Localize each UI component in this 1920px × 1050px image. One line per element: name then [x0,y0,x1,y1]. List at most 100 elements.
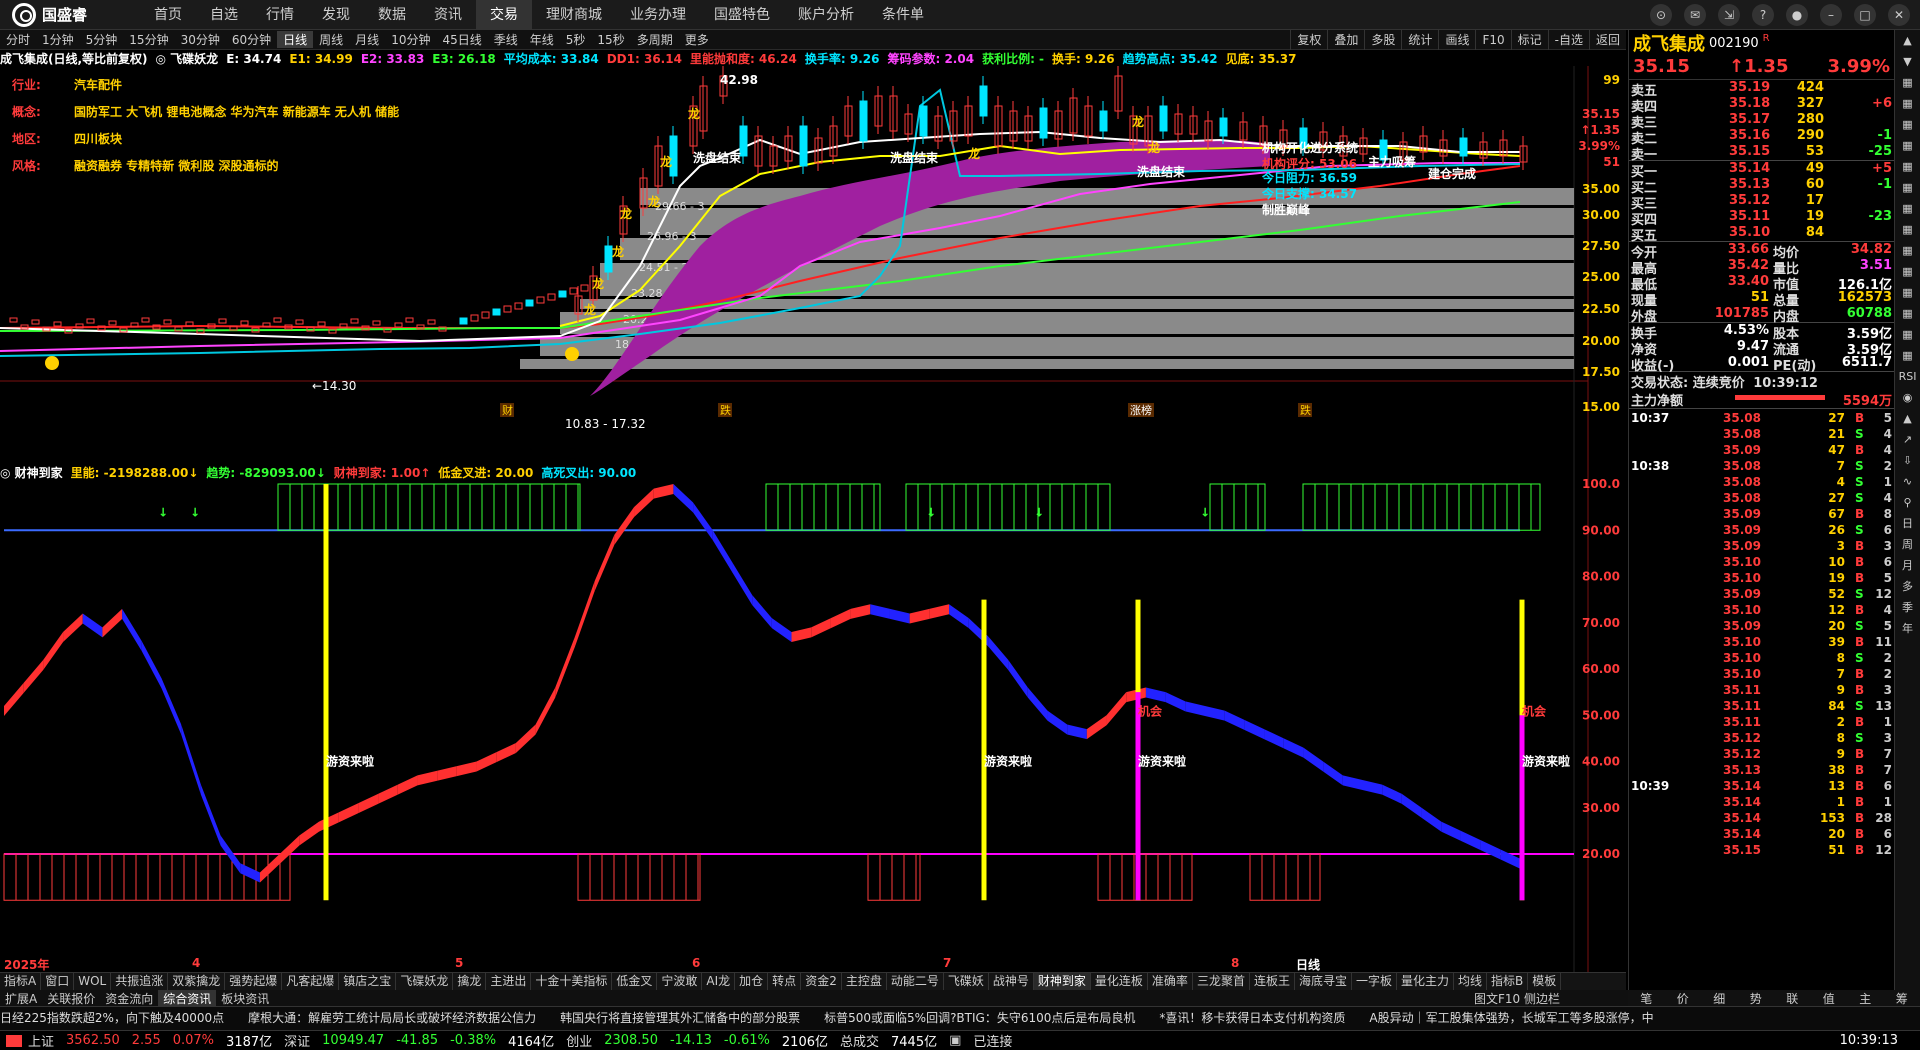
period-tab[interactable]: 月线 [349,31,385,48]
period-tab[interactable]: 15分钟 [123,31,174,48]
period-tab[interactable]: 30分钟 [175,31,226,48]
bottom-right-links[interactable]: 图文F10 侧边栏 [1474,990,1560,1007]
nav-item[interactable]: 行情 [252,0,308,30]
sidebar-tool-icon[interactable]: ▦ [1895,261,1920,282]
sidebar-tool-icon[interactable]: ▦ [1895,156,1920,177]
period-tab[interactable]: 日线 [277,31,314,48]
nav-item[interactable]: 自选 [196,0,252,30]
order-row[interactable]: 买五 35.10 84 [1629,225,1894,244]
indicator-tab[interactable]: 强势起爆 [225,973,283,990]
news-ticker[interactable]: 日经225指数跌超2%，向下触及40000点 摩根大通：解雇劳工统计局局长或破坏… [0,1006,1920,1030]
nav-item[interactable]: 理财商城 [532,0,616,30]
sidebar-tool-icon[interactable]: ▦ [1895,72,1920,93]
order-row[interactable]: 买一 35.14 49 +5 [1629,161,1894,180]
window-control-icon[interactable]: ? [1752,4,1774,26]
period-tab[interactable]: 1分钟 [36,31,80,48]
indicator-tab[interactable]: 动能二号 [887,973,944,990]
chart-tool-button[interactable]: F10 [1475,30,1510,50]
sidebar-tool-icon[interactable]: ⚲ [1895,492,1920,513]
sidebar-tool-icon[interactable]: ▦ [1895,303,1920,324]
indicator-tab[interactable]: 双紫擒龙 [168,973,226,990]
period-tab[interactable]: 60分钟 [226,31,277,48]
indicator-tab[interactable]: 一字板 [1352,973,1397,990]
indicator-tab[interactable]: 资金2 [801,973,842,990]
indicator-tab[interactable]: 量化连板 [1091,973,1148,990]
nav-item[interactable]: 国盛特色 [700,0,784,30]
sidebar-tool-icon[interactable]: 年 [1895,618,1920,639]
bottom-tab[interactable]: 综合资讯 [158,990,217,1006]
sidebar-tool-icon[interactable]: 月 [1895,555,1920,576]
window-control-icon[interactable]: ✉ [1684,4,1706,26]
sidebar-tool-icon[interactable]: ∿ [1895,471,1920,492]
order-row[interactable]: 卖一 35.15 53 -25 [1629,144,1894,163]
window-control-icon[interactable]: ✕ [1888,4,1910,26]
quote-panel-tab[interactable]: 联 [1774,990,1811,1006]
indicator-tab[interactable]: 转点 [768,973,802,990]
order-row[interactable]: 买三 35.12 17 [1629,193,1894,212]
indicator-tab[interactable]: 擒龙 [453,973,487,990]
period-tab[interactable]: 5秒 [560,31,592,48]
quote-panel-tab[interactable]: 值 [1811,990,1848,1006]
indicator-tab[interactable]: WOL [74,973,112,990]
window-control-icon[interactable]: ⊙ [1650,4,1672,26]
chart-tool-button[interactable]: 多股 [1364,30,1401,50]
period-tab[interactable]: 10分钟 [385,31,436,48]
order-row[interactable]: 卖三 35.17 280 [1629,112,1894,131]
indicator-tab[interactable]: 飞碟妖 [944,973,989,990]
period-tab[interactable]: 分时 [0,31,36,48]
sidebar-tool-icon[interactable]: ▲ [1895,30,1920,51]
chart-tool-button[interactable]: -自选 [1547,30,1589,50]
period-tab[interactable]: 季线 [488,31,524,48]
sidebar-tool-icon[interactable]: ▦ [1895,219,1920,240]
sidebar-tool-icon[interactable]: ▦ [1895,177,1920,198]
indicator-tab[interactable]: 准确率 [1148,973,1193,990]
chart-area[interactable]: 35.155335.149935.15↑1.353.99%5135.0030.0… [0,66,1626,972]
indicator-tab[interactable]: 三龙聚首 [1193,973,1250,990]
bottom-tab[interactable]: 关联报价 [42,990,100,1006]
indicator-tab[interactable]: 量化主力 [1397,973,1455,990]
indicator-tab[interactable]: 指标A [0,973,42,990]
sidebar-tool-icon[interactable]: 周 [1895,534,1920,555]
nav-item[interactable]: 业务办理 [616,0,700,30]
sidebar-tool-icon[interactable]: ▲ [1895,408,1920,429]
sidebar-tool-icon[interactable]: ▼ [1895,51,1920,72]
window-control-icon[interactable]: ● [1786,4,1808,26]
nav-item[interactable]: 数据 [364,0,420,30]
indicator-tab[interactable]: 海底寻宝 [1295,973,1352,990]
sidebar-tool-icon[interactable]: ◉ [1895,387,1920,408]
nav-item[interactable]: 条件单 [868,0,938,30]
sidebar-tool-icon[interactable]: 多 [1895,576,1920,597]
nav-item[interactable]: 资讯 [420,0,476,30]
period-tab[interactable]: 周线 [313,31,349,48]
period-tab[interactable]: 多周期 [631,31,679,48]
order-row[interactable]: 卖二 35.16 290 -1 [1629,128,1894,147]
chart-tool-button[interactable]: 统计 [1401,30,1438,50]
quote-panel-tab[interactable]: 笔 [1628,990,1665,1006]
quote-panel-tab[interactable]: 势 [1738,990,1775,1006]
indicator-tab[interactable]: 主进出 [486,973,532,990]
quote-panel-tab[interactable]: 筹 [1884,990,1920,1006]
sidebar-tool-icon[interactable]: ▦ [1895,114,1920,135]
period-tab[interactable]: 年线 [524,31,560,48]
sidebar-tool-icon[interactable]: ▦ [1895,198,1920,219]
order-row[interactable]: 卖四 35.18 327 +6 [1629,96,1894,115]
indicator-tab[interactable]: 加仓 [735,973,769,990]
indicator-tab[interactable]: 连板王 [1250,973,1295,990]
sidebar-tool-icon[interactable]: 日 [1895,513,1920,534]
indicator-tab[interactable]: 财神到家 [1033,973,1091,990]
sidebar-tool-icon[interactable]: ▦ [1895,324,1920,345]
indicator-tab[interactable]: 窗口 [41,973,75,990]
order-row[interactable]: 卖五 35.19 424 [1629,80,1894,99]
bottom-tab[interactable]: 板块资讯 [216,990,274,1006]
chart-tool-button[interactable]: 复权 [1290,30,1327,50]
sidebar-tool-icon[interactable]: ⇩ [1895,450,1920,471]
sidebar-tool-icon[interactable]: RSI [1895,366,1920,387]
quote-panel-tab[interactable]: 主 [1847,990,1884,1006]
sidebar-tool-icon[interactable]: ↗ [1895,429,1920,450]
chart-tool-button[interactable]: 标记 [1510,30,1548,50]
indicator-tab[interactable]: 宁波敢 [657,973,703,990]
window-control-icon[interactable]: ⇲ [1718,4,1740,26]
chart-tool-button[interactable]: 返回 [1588,30,1626,50]
nav-item[interactable]: 发现 [308,0,364,30]
sidebar-tool-icon[interactable]: ▦ [1895,282,1920,303]
